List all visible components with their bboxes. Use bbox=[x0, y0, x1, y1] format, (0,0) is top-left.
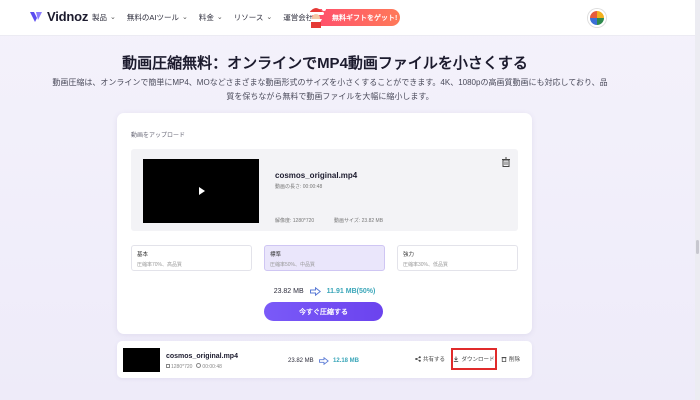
compress-now-button[interactable]: 今すぐ圧縮する bbox=[264, 302, 383, 321]
nav-label: 無料のAIツール bbox=[126, 13, 179, 22]
trash-icon[interactable] bbox=[501, 157, 511, 167]
option-desc: 圧縮率70%、高品質 bbox=[137, 262, 183, 268]
brand-logo[interactable]: Vidnoz bbox=[29, 9, 88, 24]
video-preview-panel: cosmos_original.mp4 動画の長さ: 00:00:48 解像度:… bbox=[131, 149, 518, 231]
nav-label: 製品 bbox=[92, 13, 107, 22]
vidnoz-logo-icon bbox=[30, 11, 42, 22]
share-label: 共有する bbox=[423, 357, 446, 363]
nav-item-resources[interactable]: リソース ⌄ bbox=[234, 12, 273, 23]
option-strong[interactable]: 強力 圧縮率30%、低品質 bbox=[397, 245, 518, 271]
result-file-name: cosmos_original.mp4 bbox=[166, 353, 238, 360]
result-meta: 1280*720 00:00:48 bbox=[166, 363, 222, 370]
file-name: cosmos_original.mp4 bbox=[275, 171, 358, 180]
chevron-down-icon: ⌄ bbox=[216, 13, 223, 21]
main-nav: 製品⌄ 無料のAIツール⌄ 料金⌄ リソース⌄ 運営会社⌄ bbox=[92, 12, 333, 23]
nav-label: リソース bbox=[233, 13, 264, 22]
promo-label: 無料ギフトをゲット! bbox=[332, 14, 398, 22]
scrollbar-thumb[interactable] bbox=[696, 240, 699, 254]
option-standard[interactable]: 標準 圧縮率50%、中品質 bbox=[264, 245, 385, 271]
size-comparison: 23.82 MB 11.91 MB(50%) bbox=[117, 287, 532, 296]
resolution-icon bbox=[166, 363, 170, 368]
file-size: 動画サイズ: 23.82 MB bbox=[334, 218, 384, 224]
play-icon[interactable] bbox=[199, 187, 205, 195]
option-desc: 圧縮率50%、中品質 bbox=[270, 262, 316, 268]
nav-label: 料金 bbox=[198, 13, 214, 22]
result-original-size: 23.82 MB bbox=[288, 358, 314, 364]
chevron-down-icon: ⌄ bbox=[110, 13, 116, 21]
brand-name: Vidnoz bbox=[47, 9, 89, 24]
subtitle-line: 動画圧縮は、オンラインで簡単にMP4、MOなどさまざまな動画形式のサイズを小さく… bbox=[52, 78, 608, 87]
original-size: 23.82 MB bbox=[273, 288, 304, 295]
option-title: 標準 bbox=[270, 252, 282, 258]
result-duration: 00:00:48 bbox=[202, 364, 222, 370]
nav-item-pricing[interactable]: 料金 ⌄ bbox=[199, 12, 223, 23]
chevron-down-icon: ⌄ bbox=[266, 13, 273, 21]
option-basic[interactable]: 基本 圧縮率70%、高品質 bbox=[131, 245, 252, 271]
upload-label: 動画をアップロード bbox=[131, 133, 186, 139]
chevron-down-icon: ⌄ bbox=[181, 13, 188, 21]
page-title: 動画圧縮無料：オンラインでMP4動画ファイルを小さくする bbox=[122, 55, 528, 72]
trash-icon bbox=[501, 357, 507, 362]
arrow-right-icon bbox=[309, 287, 321, 296]
result-resolution: 1280*720 bbox=[171, 363, 193, 370]
clock-icon bbox=[196, 363, 202, 368]
file-duration: 動画の長さ: 00:00:48 bbox=[275, 184, 323, 190]
option-title: 強力 bbox=[403, 252, 415, 258]
page-subtitle: 動画圧縮は、オンラインで簡単にMP4、MOなどさまざまな動画形式のサイズを小さく… bbox=[30, 76, 630, 104]
top-navbar: Vidnoz 製品⌄ 無料のAIツール⌄ 料金⌄ リソース⌄ 運営会社⌄ 無料ギ… bbox=[0, 0, 700, 36]
compressed-size: 11.91 MB(50%) bbox=[326, 288, 376, 295]
download-button[interactable]: ダウンロード bbox=[451, 348, 497, 370]
user-avatar[interactable] bbox=[588, 9, 606, 27]
result-new-size: 12.18 MB bbox=[333, 358, 360, 364]
arrow-right-icon bbox=[319, 357, 329, 365]
result-thumbnail[interactable] bbox=[123, 348, 160, 372]
option-title: 基本 bbox=[137, 252, 149, 258]
resolution-meta: 1280*720 bbox=[166, 363, 193, 370]
subtitle-line: 質を保ちながら無料で動画ファイルを大幅に縮小します。 bbox=[226, 92, 434, 101]
file-resolution: 解像度: 1280*720 bbox=[275, 218, 315, 224]
delete-button[interactable]: 削除 bbox=[501, 355, 520, 363]
page-scrollbar[interactable] bbox=[695, 0, 700, 400]
compression-options: 基本 圧縮率70%、高品質 標準 圧縮率50%、中品質 強力 圧縮率30%、低品… bbox=[131, 245, 518, 271]
share-icon bbox=[415, 356, 421, 362]
santa-icon bbox=[308, 7, 326, 28]
result-row: cosmos_original.mp4 1280*720 00:00:48 23… bbox=[117, 341, 532, 378]
compress-card: 動画をアップロード cosmos_original.mp4 動画の長さ: 00:… bbox=[117, 113, 532, 334]
video-thumbnail[interactable] bbox=[143, 159, 259, 223]
download-icon bbox=[454, 356, 459, 362]
nav-item-ai-tools[interactable]: 無料のAIツール ⌄ bbox=[127, 12, 188, 23]
option-desc: 圧縮率30%、低品質 bbox=[403, 262, 449, 268]
download-label: ダウンロード bbox=[461, 357, 495, 363]
share-button[interactable]: 共有する bbox=[415, 355, 445, 363]
nav-item-products[interactable]: 製品 ⌄ bbox=[92, 12, 116, 23]
delete-label: 削除 bbox=[509, 357, 521, 363]
duration-meta: 00:00:48 bbox=[196, 363, 222, 370]
